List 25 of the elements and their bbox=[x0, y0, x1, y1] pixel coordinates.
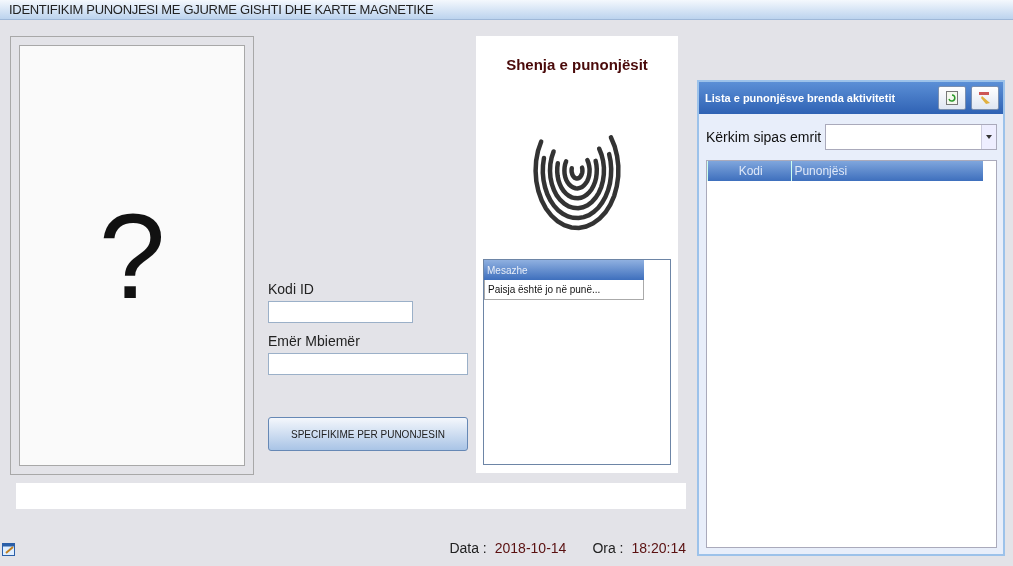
edit-form-icon[interactable] bbox=[2, 542, 16, 556]
refresh-icon bbox=[946, 91, 958, 105]
refresh-button[interactable] bbox=[938, 86, 966, 110]
hand-icon bbox=[978, 91, 992, 105]
column-header: Punonjësi bbox=[791, 161, 983, 181]
details-button[interactable]: SPECIFIKIME PER PUNONJESIN bbox=[268, 417, 468, 451]
time-value: 18:20:14 bbox=[631, 540, 686, 556]
unknown-photo-symbol: ? bbox=[98, 187, 166, 325]
date-label: Data : bbox=[449, 540, 487, 556]
window-title: IDENTIFIKIM PUNONJESI ME GJURME GISHTI DHE KARTE MAGNETIKE bbox=[9, 2, 434, 17]
date-value: 2018-10-14 bbox=[494, 540, 567, 556]
search-combobox[interactable] bbox=[825, 124, 997, 150]
input-field[interactable] bbox=[268, 301, 413, 323]
panel-title: Lista e punonjësve brenda aktivitetit bbox=[705, 92, 897, 104]
message-row: Paisja është jo në punë... bbox=[484, 280, 644, 300]
dropdown-caret-icon bbox=[986, 135, 992, 139]
field-label: Kodi ID bbox=[268, 281, 315, 297]
column-header: Mesazhe bbox=[484, 260, 644, 280]
tool-button[interactable] bbox=[971, 86, 999, 110]
time-label: Ora : bbox=[592, 540, 624, 556]
input-field[interactable] bbox=[268, 353, 468, 375]
field-label: Emër Mbiemër bbox=[268, 333, 361, 349]
column-header: Kodi bbox=[707, 161, 792, 181]
search-label: Kërkim sipas emrit bbox=[706, 129, 822, 145]
panel-title: Shenja e punonjësit bbox=[506, 56, 648, 73]
